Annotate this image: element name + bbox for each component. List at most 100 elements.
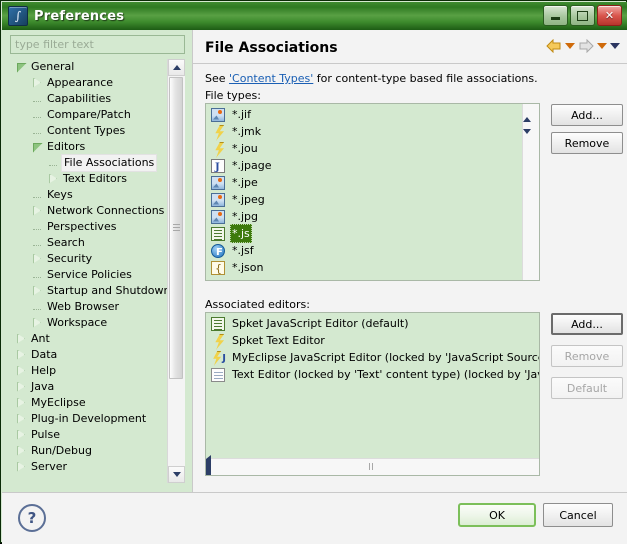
collapsed-arrow-icon[interactable] bbox=[32, 253, 43, 265]
list-item[interactable]: MyEclipse JavaScript Editor (locked by '… bbox=[206, 349, 539, 367]
close-icon[interactable]: ✕ bbox=[597, 5, 622, 26]
tree-item-startup-and-shutdown[interactable]: Startup and Shutdown bbox=[10, 283, 167, 299]
list-item[interactable]: *.jpage bbox=[206, 157, 522, 176]
list-item[interactable]: Text Editor (locked by 'Text' content ty… bbox=[206, 366, 539, 383]
collapsed-arrow-icon[interactable] bbox=[16, 381, 27, 393]
scroll-up-icon[interactable] bbox=[168, 59, 185, 76]
add-editor-button[interactable]: Add... bbox=[551, 313, 623, 335]
collapsed-arrow-icon[interactable] bbox=[48, 173, 59, 185]
remove-file-type-button[interactable]: Remove bbox=[551, 132, 623, 154]
content-types-link[interactable]: 'Content Types' bbox=[229, 72, 313, 85]
list-item[interactable]: Spket JavaScript Editor (default) bbox=[206, 315, 537, 332]
list-item[interactable]: *.jsf bbox=[206, 242, 522, 261]
tree-item-label: Text Editors bbox=[63, 172, 128, 185]
forward-dropdown-caret-icon[interactable] bbox=[597, 43, 607, 49]
tree-item-editors[interactable]: Editors bbox=[10, 139, 167, 155]
list-item[interactable]: *.jmk bbox=[206, 123, 522, 140]
bolt-file-icon bbox=[210, 333, 226, 349]
scroll-down-icon[interactable] bbox=[523, 129, 539, 150]
tree-item-run-debug[interactable]: Run/Debug bbox=[10, 443, 167, 459]
help-icon[interactable]: ? bbox=[18, 504, 46, 532]
collapsed-arrow-icon[interactable] bbox=[16, 461, 27, 473]
tree-item-general[interactable]: General bbox=[10, 59, 167, 75]
tree-item-web-browser[interactable]: Web Browser bbox=[10, 299, 167, 315]
preference-page: File Associations See 'Content Types' fo… bbox=[192, 30, 627, 492]
view-menu-caret-icon[interactable] bbox=[610, 43, 620, 49]
collapsed-arrow-icon[interactable] bbox=[32, 285, 43, 297]
tree-item-label: Search bbox=[47, 236, 85, 249]
list-item[interactable]: *.jpe bbox=[206, 174, 522, 191]
list-item[interactable]: *.jpeg bbox=[206, 191, 522, 208]
tree-item-label: File Associations bbox=[61, 154, 158, 172]
list-item-label: *.jpage bbox=[232, 159, 272, 172]
tree-item-keys[interactable]: Keys bbox=[10, 187, 167, 203]
tree-item-data[interactable]: Data bbox=[10, 347, 167, 363]
dialog-footer: ? OK Cancel bbox=[2, 492, 627, 544]
list-item[interactable]: *.jpg bbox=[206, 208, 522, 225]
ok-button[interactable]: OK bbox=[458, 503, 536, 527]
collapsed-arrow-icon[interactable] bbox=[16, 397, 27, 409]
list-item[interactable]: *.jou bbox=[206, 140, 522, 157]
collapsed-arrow-icon[interactable] bbox=[16, 429, 27, 441]
tree-item-text-editors[interactable]: Text Editors bbox=[10, 171, 167, 187]
scroll-up-icon[interactable] bbox=[523, 104, 539, 122]
list-item[interactable]: Spket Text Editor bbox=[206, 332, 537, 349]
scroll-right-icon[interactable] bbox=[206, 468, 539, 475]
tree-item-network-connections[interactable]: Network Connections bbox=[10, 203, 167, 219]
preferences-tree: General Appearance Capabilities Compare/Pat… bbox=[10, 59, 167, 475]
collapsed-arrow-icon[interactable] bbox=[32, 205, 43, 217]
page-description: See 'Content Types' for content-type bas… bbox=[205, 72, 538, 85]
tree-vertical-scrollbar[interactable] bbox=[167, 59, 185, 483]
collapsed-arrow-icon[interactable] bbox=[32, 317, 43, 329]
filter-input[interactable] bbox=[10, 35, 185, 54]
tree-item-perspectives[interactable]: Perspectives bbox=[10, 219, 167, 235]
back-arrow-icon[interactable] bbox=[546, 38, 562, 54]
scroll-down-icon[interactable] bbox=[168, 466, 185, 483]
tree-item-capabilities[interactable]: Capabilities bbox=[10, 91, 167, 107]
tree-scroll-thumb[interactable] bbox=[169, 77, 183, 379]
list-item[interactable]: *.jif bbox=[206, 106, 522, 123]
file-types-vertical-scrollbar[interactable] bbox=[522, 104, 539, 280]
tree-item-label: Network Connections bbox=[47, 204, 165, 217]
list-item[interactable]: *.json bbox=[206, 259, 522, 277]
cancel-button[interactable]: Cancel bbox=[543, 503, 613, 527]
expanded-arrow-icon[interactable] bbox=[32, 142, 43, 153]
tree-item-security[interactable]: Security bbox=[10, 251, 167, 267]
tree-item-workspace[interactable]: Workspace bbox=[10, 315, 167, 331]
list-item-label: *.jpg bbox=[232, 210, 259, 223]
collapsed-arrow-icon[interactable] bbox=[16, 445, 27, 457]
preferences-tree-viewport[interactable]: General Appearance Capabilities Compare/Pat… bbox=[10, 59, 167, 483]
add-file-type-button[interactable]: Add... bbox=[551, 104, 623, 126]
tree-item-pulse[interactable]: Pulse bbox=[10, 427, 167, 443]
minimize-icon[interactable] bbox=[543, 5, 568, 26]
collapsed-arrow-icon[interactable] bbox=[16, 413, 27, 425]
maximize-icon[interactable] bbox=[570, 5, 595, 26]
associated-editors-items: Spket JavaScript Editor (default) Spket T… bbox=[206, 315, 539, 383]
tree-item-file-associations[interactable]: File Associations bbox=[10, 154, 167, 172]
tree-item-label: Plug-in Development bbox=[31, 412, 147, 425]
collapsed-arrow-icon[interactable] bbox=[16, 333, 27, 345]
page-navigation bbox=[546, 38, 620, 54]
back-dropdown-caret-icon[interactable] bbox=[565, 43, 575, 49]
tree-item-search[interactable]: Search bbox=[10, 235, 167, 251]
collapsed-arrow-icon[interactable] bbox=[16, 365, 27, 377]
associated-editors-list[interactable]: Spket JavaScript Editor (default) Spket T… bbox=[205, 312, 540, 476]
tree-item-compare-patch[interactable]: Compare/Patch bbox=[10, 107, 167, 123]
tree-item-appearance[interactable]: Appearance bbox=[10, 75, 167, 91]
tree-item-content-types[interactable]: Content Types bbox=[10, 123, 167, 139]
collapsed-arrow-icon[interactable] bbox=[16, 349, 27, 361]
file-types-list[interactable]: *.jif*.jmk*.jou*.jpage*.jpe*.jpeg*.jpg*.… bbox=[205, 103, 540, 281]
expanded-arrow-icon[interactable] bbox=[16, 62, 27, 73]
collapsed-arrow-icon[interactable] bbox=[32, 77, 43, 89]
tree-item-label: Java bbox=[31, 380, 55, 393]
tree-item-help[interactable]: Help bbox=[10, 363, 167, 379]
tree-item-service-policies[interactable]: Service Policies bbox=[10, 267, 167, 283]
list-item[interactable]: *.js bbox=[206, 224, 522, 243]
tree-item-ant[interactable]: Ant bbox=[10, 331, 167, 347]
tree-item-java[interactable]: Java bbox=[10, 379, 167, 395]
editors-horizontal-scrollbar[interactable] bbox=[206, 455, 539, 475]
tree-guide bbox=[32, 190, 43, 201]
tree-item-myeclipse[interactable]: MyEclipse bbox=[10, 395, 167, 411]
tree-item-plug-in-development[interactable]: Plug-in Development bbox=[10, 411, 167, 427]
tree-item-server[interactable]: Server bbox=[10, 459, 167, 475]
